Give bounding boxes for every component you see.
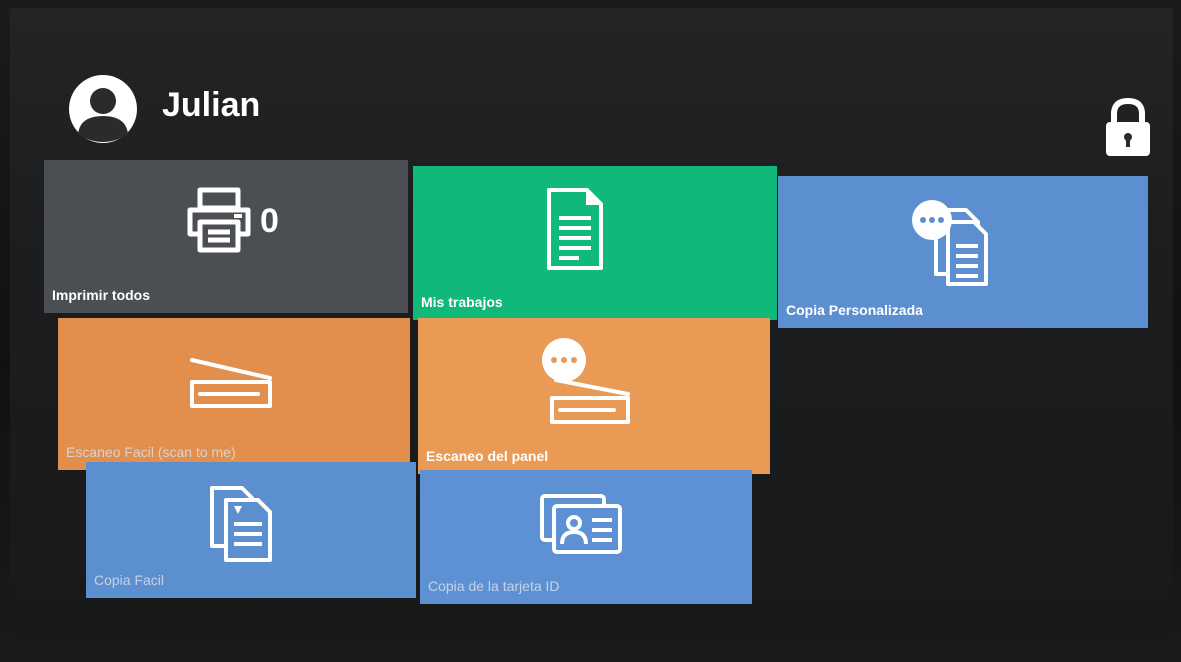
copy-icon (208, 484, 282, 567)
tile-easy-copy-label: Copia Facil (94, 572, 165, 588)
tile-panel-scan-label: Escaneo del panel (426, 448, 549, 464)
tile-easy-copy[interactable]: Copia Facil (86, 462, 416, 598)
lock-icon[interactable] (1102, 97, 1154, 158)
tile-my-jobs-label: Mis trabajos (421, 294, 503, 310)
print-count-badge: 0 (260, 202, 279, 240)
tile-custom-copy-label: Copia Personalizada (786, 302, 923, 318)
id-card-icon (538, 492, 624, 561)
tile-my-jobs[interactable]: Mis trabajos (413, 166, 777, 320)
scanner-settings-icon (534, 336, 634, 433)
document-icon (545, 186, 605, 277)
tile-panel-scan[interactable]: Escaneo del panel (418, 318, 770, 474)
tile-id-card-copy-label: Copia de la tarjeta ID (428, 578, 560, 594)
tile-easy-scan-label: Escaneo Facil (scan to me) (66, 444, 236, 460)
user-avatar-icon[interactable] (58, 74, 146, 144)
tile-custom-copy[interactable]: Copia Personalizada (778, 176, 1148, 328)
tile-print-all-label: Imprimir todos (52, 287, 151, 303)
scanner-icon (186, 356, 276, 415)
tile-id-card-copy[interactable]: Copia de la tarjeta ID (420, 470, 752, 604)
tile-easy-scan[interactable]: Escaneo Facil (scan to me) (58, 318, 410, 470)
copy-settings-icon (906, 196, 996, 291)
user-name: Julian (162, 86, 261, 124)
tile-print-all[interactable]: 0 Imprimir todos (44, 160, 408, 313)
printer-icon (184, 186, 254, 259)
touch-screen: Julian 0 Imprimir todos Mis trabajos Cop… (10, 8, 1173, 644)
